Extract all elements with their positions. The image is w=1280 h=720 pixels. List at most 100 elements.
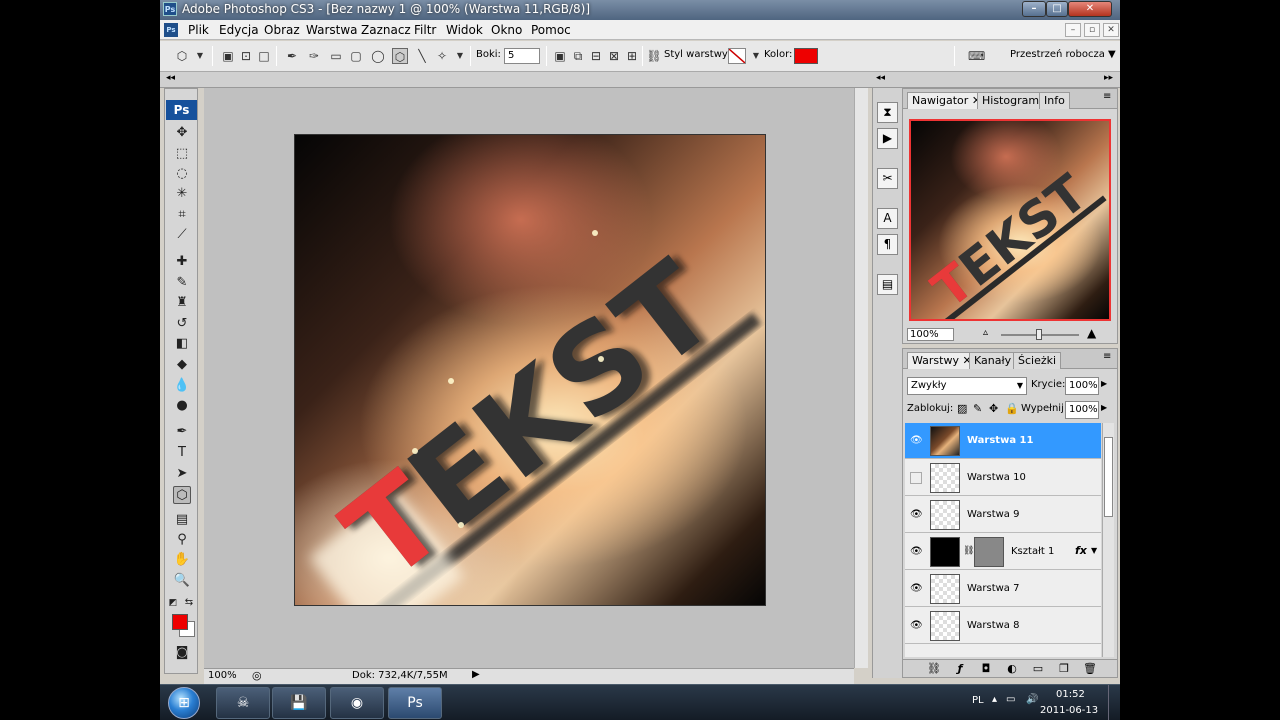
line-icon[interactable]: ╲ bbox=[414, 48, 430, 64]
hidden-eye-box[interactable] bbox=[910, 472, 922, 484]
minimize-button[interactable]: – bbox=[1022, 1, 1046, 17]
new-layer-icon[interactable]: ❐ bbox=[1057, 662, 1071, 676]
link-icon[interactable]: ⛓ bbox=[646, 48, 662, 64]
pen-icon[interactable]: ✒ bbox=[284, 48, 300, 64]
status-preview-icon[interactable]: ◎ bbox=[252, 669, 262, 682]
exclude-shape-icon[interactable]: ⊞ bbox=[624, 48, 640, 64]
tab-paths[interactable]: Ścieżki bbox=[1013, 352, 1062, 369]
shape-layers-icon[interactable]: ▣ bbox=[220, 48, 236, 64]
document-canvas[interactable]: TEKST TEKST T bbox=[294, 134, 766, 606]
move-tool-icon[interactable]: ✥ bbox=[173, 124, 191, 142]
close-button[interactable]: ✕ bbox=[1068, 1, 1112, 17]
chevron-down-icon[interactable]: ▼ bbox=[452, 48, 468, 64]
volume-icon[interactable]: 🔊 bbox=[1026, 694, 1038, 705]
paths-mode-icon[interactable]: ⊡ bbox=[238, 48, 254, 64]
lock-pixels-icon[interactable]: ✎ bbox=[973, 402, 982, 415]
battery-icon[interactable]: ▭ bbox=[1006, 694, 1015, 705]
layer-row-warstwa-10[interactable]: Warstwa 10 bbox=[905, 460, 1101, 496]
ps-menu-icon[interactable]: Ps bbox=[164, 23, 178, 37]
notes-tool-icon[interactable]: ▤ bbox=[173, 511, 191, 529]
color-swatch[interactable] bbox=[794, 48, 818, 64]
chevron-down-icon[interactable]: ▼ bbox=[192, 48, 208, 64]
tab-channels[interactable]: Kanały bbox=[969, 352, 1017, 369]
maximize-button[interactable]: □ bbox=[1046, 1, 1068, 17]
rectangle-icon[interactable]: ▭ bbox=[328, 48, 344, 64]
healing-brush-tool-icon[interactable]: ✚ bbox=[173, 253, 191, 271]
fill-input[interactable]: 100% bbox=[1065, 401, 1099, 419]
workspace-menu[interactable]: Przestrzeń robocza ▼ bbox=[1010, 49, 1116, 60]
layer-style-swatch[interactable] bbox=[728, 48, 746, 64]
clock-date[interactable]: 2011-06-13 bbox=[1040, 705, 1098, 716]
eye-icon[interactable]: 👁 bbox=[910, 546, 923, 558]
doc-restore-button[interactable]: ▫ bbox=[1084, 23, 1100, 37]
panel-menu-icon[interactable]: ≡ bbox=[1103, 351, 1111, 362]
rounded-rectangle-icon[interactable]: ▢ bbox=[348, 48, 364, 64]
canvas-scrollbar[interactable] bbox=[854, 88, 868, 668]
path-selection-tool-icon[interactable]: ➤ bbox=[173, 465, 191, 483]
new-shape-layer-icon[interactable]: ▣ bbox=[552, 48, 568, 64]
taskbar-firefox[interactable]: ◉ bbox=[330, 687, 384, 719]
lock-all-icon[interactable]: 🔒 bbox=[1005, 402, 1019, 415]
layers-scroll-thumb[interactable] bbox=[1104, 437, 1113, 517]
adjustment-layer-icon[interactable]: ◐ bbox=[1005, 662, 1019, 676]
panel-menu-icon[interactable]: ≡ bbox=[1103, 91, 1111, 102]
menu-zaznacz[interactable]: Zaznacz bbox=[361, 23, 411, 37]
lasso-tool-icon[interactable]: ◌ bbox=[173, 165, 191, 183]
language-indicator[interactable]: PL bbox=[972, 695, 984, 706]
taskbar-photoshop[interactable]: Ps bbox=[388, 687, 442, 719]
paint-bucket-tool-icon[interactable]: ◆ bbox=[173, 356, 191, 374]
paragraph-panel-icon[interactable]: ¶ bbox=[877, 234, 898, 255]
chevron-down-icon[interactable]: ▼ bbox=[1091, 546, 1097, 555]
blur-tool-icon[interactable]: 💧 bbox=[173, 377, 191, 395]
history-brush-tool-icon[interactable]: ↺ bbox=[173, 315, 191, 333]
foreground-color-swatch[interactable] bbox=[172, 614, 188, 630]
menu-warstwa[interactable]: Warstwa bbox=[306, 23, 358, 37]
layer-row-warstwa-9[interactable]: 👁 Warstwa 9 bbox=[905, 497, 1101, 533]
layer-row-ksztalt-1[interactable]: 👁 ⛓ Kształt 1 fx ▼ bbox=[905, 534, 1101, 570]
tab-histogram[interactable]: Histogram bbox=[977, 92, 1045, 109]
subtract-shape-icon[interactable]: ⊟ bbox=[588, 48, 604, 64]
add-style-icon[interactable]: ƒ bbox=[953, 662, 967, 676]
actions-panel-icon[interactable]: ▶ bbox=[877, 128, 898, 149]
eye-icon[interactable]: 👁 bbox=[910, 435, 923, 447]
custom-shape-icon[interactable]: ✧ bbox=[434, 48, 450, 64]
tab-navigator[interactable]: Nawigator ✕ bbox=[907, 92, 987, 109]
eye-icon[interactable]: 👁 bbox=[910, 509, 923, 521]
slice-tool-icon[interactable]: ⟋ bbox=[173, 226, 191, 244]
swap-colors-icon[interactable]: ⇆ bbox=[183, 594, 195, 612]
layer-row-warstwa-11[interactable]: 👁 Warstwa 11 bbox=[905, 423, 1101, 459]
add-shape-icon[interactable]: ⧉ bbox=[570, 48, 586, 64]
tool-presets-icon[interactable]: ✂ bbox=[877, 168, 898, 189]
clone-stamp-tool-icon[interactable]: ♜ bbox=[173, 294, 191, 312]
layer-row-warstwa-7[interactable]: 👁 Warstwa 7 bbox=[905, 571, 1101, 607]
type-tool-icon[interactable]: T bbox=[173, 444, 191, 462]
menu-pomoc[interactable]: Pomoc bbox=[531, 23, 571, 37]
default-colors-icon[interactable]: ◩ bbox=[167, 594, 179, 612]
taskbar-alien-app[interactable]: ☠ bbox=[216, 687, 270, 719]
start-button[interactable]: ⊞ bbox=[168, 687, 200, 719]
eraser-tool-icon[interactable]: ◧ bbox=[173, 335, 191, 353]
layer-comps-icon[interactable]: ▤ bbox=[877, 274, 898, 295]
eyedropper-tool-icon[interactable]: ⚲ bbox=[173, 531, 191, 549]
pen-tool-icon[interactable]: ✒ bbox=[173, 423, 191, 441]
menu-edycja[interactable]: Edycja bbox=[219, 23, 259, 37]
lock-transparency-icon[interactable]: ▨ bbox=[957, 402, 967, 415]
navigator-zoom-input[interactable]: 100% bbox=[907, 328, 954, 341]
polygon-tool-preset-icon[interactable]: ⬡ bbox=[174, 48, 190, 64]
polygon-icon[interactable]: ⬡ bbox=[392, 48, 408, 64]
character-panel-icon[interactable]: A bbox=[877, 208, 898, 229]
zoom-slider-thumb[interactable] bbox=[1036, 329, 1042, 340]
fx-icon[interactable]: fx bbox=[1075, 544, 1087, 557]
zoom-level[interactable]: 100% bbox=[208, 670, 237, 681]
new-group-icon[interactable]: ▭ bbox=[1031, 662, 1045, 676]
marquee-tool-icon[interactable]: ⬚ bbox=[173, 145, 191, 163]
menu-filtr[interactable]: Filtr bbox=[414, 23, 436, 37]
clock-time[interactable]: 01:52 bbox=[1056, 689, 1085, 700]
doc-minimize-button[interactable]: – bbox=[1065, 23, 1081, 37]
hand-tool-icon[interactable]: ✋ bbox=[173, 551, 191, 569]
tab-info[interactable]: Info bbox=[1039, 92, 1070, 109]
expand-right-icon[interactable]: ▸▸ bbox=[1104, 73, 1113, 83]
history-panel-icon[interactable]: ⧗ bbox=[877, 102, 898, 123]
intersect-shape-icon[interactable]: ⊠ bbox=[606, 48, 622, 64]
lock-position-icon[interactable]: ✥ bbox=[989, 402, 998, 415]
